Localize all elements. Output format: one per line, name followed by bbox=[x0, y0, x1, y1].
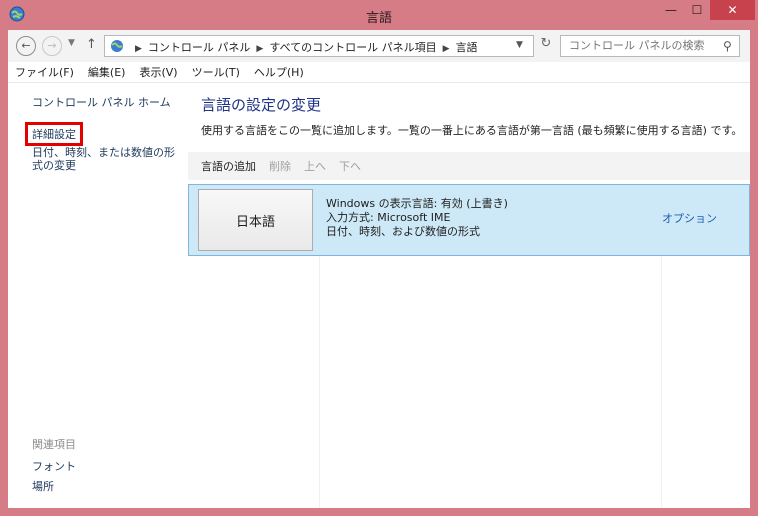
remove-button[interactable]: 削除 bbox=[265, 158, 300, 174]
display-language-status: Windows の表示言語: 有効 (上書き) bbox=[326, 197, 508, 210]
menu-file[interactable]: ファイル(F) bbox=[8, 62, 81, 82]
control-panel-home-link[interactable]: コントロール パネル ホーム bbox=[32, 94, 171, 110]
address-bar[interactable]: ▶ コントロール パネル ▶ すべてのコントロール パネル項目 ▶ 言語 ▼ bbox=[104, 35, 534, 57]
menu-help[interactable]: ヘルプ(H) bbox=[247, 62, 311, 82]
menu-tools[interactable]: ツール(T) bbox=[185, 62, 247, 82]
control-panel-icon bbox=[111, 40, 123, 52]
menu-bar: ファイル(F) 編集(E) 表示(V) ツール(T) ヘルプ(H) bbox=[8, 62, 750, 83]
breadcrumb-language[interactable]: 言語 bbox=[456, 41, 478, 54]
maximize-button[interactable]: ☐ bbox=[684, 0, 710, 20]
language-name-button[interactable]: 日本語 bbox=[198, 189, 313, 251]
chevron-right-icon: ▶ bbox=[135, 44, 142, 54]
language-list: 日本語 Windows の表示言語: 有効 (上書き) 入力方式: Micros… bbox=[188, 184, 750, 508]
language-details: Windows の表示言語: 有効 (上書き) 入力方式: Microsoft … bbox=[326, 197, 508, 239]
forward-button[interactable]: → bbox=[42, 36, 62, 56]
breadcrumb: ▶ コントロール パネル ▶ すべてのコントロール パネル項目 ▶ 言語 bbox=[129, 39, 478, 55]
navigation-bar: ← → ▼ ↑ ▶ コントロール パネル ▶ すべてのコントロール パネル項目 ▶ 言語 … bbox=[8, 30, 750, 62]
options-link[interactable]: オプション bbox=[662, 210, 717, 226]
location-link[interactable]: 場所 bbox=[32, 478, 54, 494]
fonts-link[interactable]: フォント bbox=[32, 458, 76, 474]
add-language-button[interactable]: 言語の追加 bbox=[188, 158, 265, 174]
search-input[interactable] bbox=[567, 38, 721, 53]
page-description: 使用する言語をこの一覧に追加します。一覧の一番上にある言語が第一言語 (最も頻繁… bbox=[201, 124, 743, 137]
chevron-right-icon: ▶ bbox=[442, 44, 450, 54]
search-icon[interactable]: ⚲ bbox=[723, 39, 732, 53]
window-title: 言語 bbox=[365, 11, 392, 26]
main-panel: 言語の設定の変更 使用する言語をこの一覧に追加します。一覧の一番上にある言語が第… bbox=[188, 82, 750, 508]
breadcrumb-all-items[interactable]: すべてのコントロール パネル項目 bbox=[269, 41, 436, 54]
advanced-settings-link[interactable]: 詳細設定 bbox=[25, 122, 83, 146]
language-row[interactable]: 日本語 Windows の表示言語: 有効 (上書き) 入力方式: Micros… bbox=[188, 184, 750, 256]
input-method: 入力方式: Microsoft IME bbox=[326, 211, 451, 224]
move-up-button[interactable]: 上へ bbox=[300, 158, 335, 174]
change-date-format-link[interactable]: 日付、時刻、または数値の形式の変更 bbox=[32, 146, 182, 172]
chevron-right-icon: ▶ bbox=[256, 44, 264, 54]
refresh-icon[interactable]: ↻ bbox=[536, 36, 556, 56]
title-bar[interactable]: 言語 — ☐ ✕ bbox=[0, 0, 758, 30]
close-button[interactable]: ✕ bbox=[710, 0, 755, 20]
format-info: 日付、時刻、および数値の形式 bbox=[326, 225, 480, 238]
menu-edit[interactable]: 編集(E) bbox=[81, 62, 133, 82]
search-box[interactable]: ⚲ bbox=[560, 35, 740, 57]
window-content: ← → ▼ ↑ ▶ コントロール パネル ▶ すべてのコントロール パネル項目 ▶ 言語 … bbox=[8, 30, 750, 508]
recent-pages-dropdown[interactable]: ▼ bbox=[68, 38, 75, 48]
language-toolbar: 言語の追加 削除 上へ 下へ bbox=[188, 152, 750, 180]
up-button[interactable]: ↑ bbox=[86, 37, 97, 52]
related-heading: 関連項目 bbox=[32, 438, 76, 451]
minimize-button[interactable]: — bbox=[658, 0, 684, 20]
page-title: 言語の設定の変更 bbox=[201, 96, 322, 114]
sidebar: コントロール パネル ホーム 詳細設定 日付、時刻、または数値の形式の変更 関連… bbox=[8, 82, 188, 508]
menu-view[interactable]: 表示(V) bbox=[132, 62, 184, 82]
address-dropdown-icon[interactable]: ▼ bbox=[516, 40, 523, 50]
move-down-button[interactable]: 下へ bbox=[335, 158, 370, 174]
breadcrumb-control-panel[interactable]: コントロール パネル bbox=[148, 41, 251, 54]
back-button[interactable]: ← bbox=[16, 36, 36, 56]
language-window: 言語 — ☐ ✕ ← → ▼ ↑ ▶ コントロール パネル ▶ すべてのコントロール … bbox=[0, 0, 758, 516]
